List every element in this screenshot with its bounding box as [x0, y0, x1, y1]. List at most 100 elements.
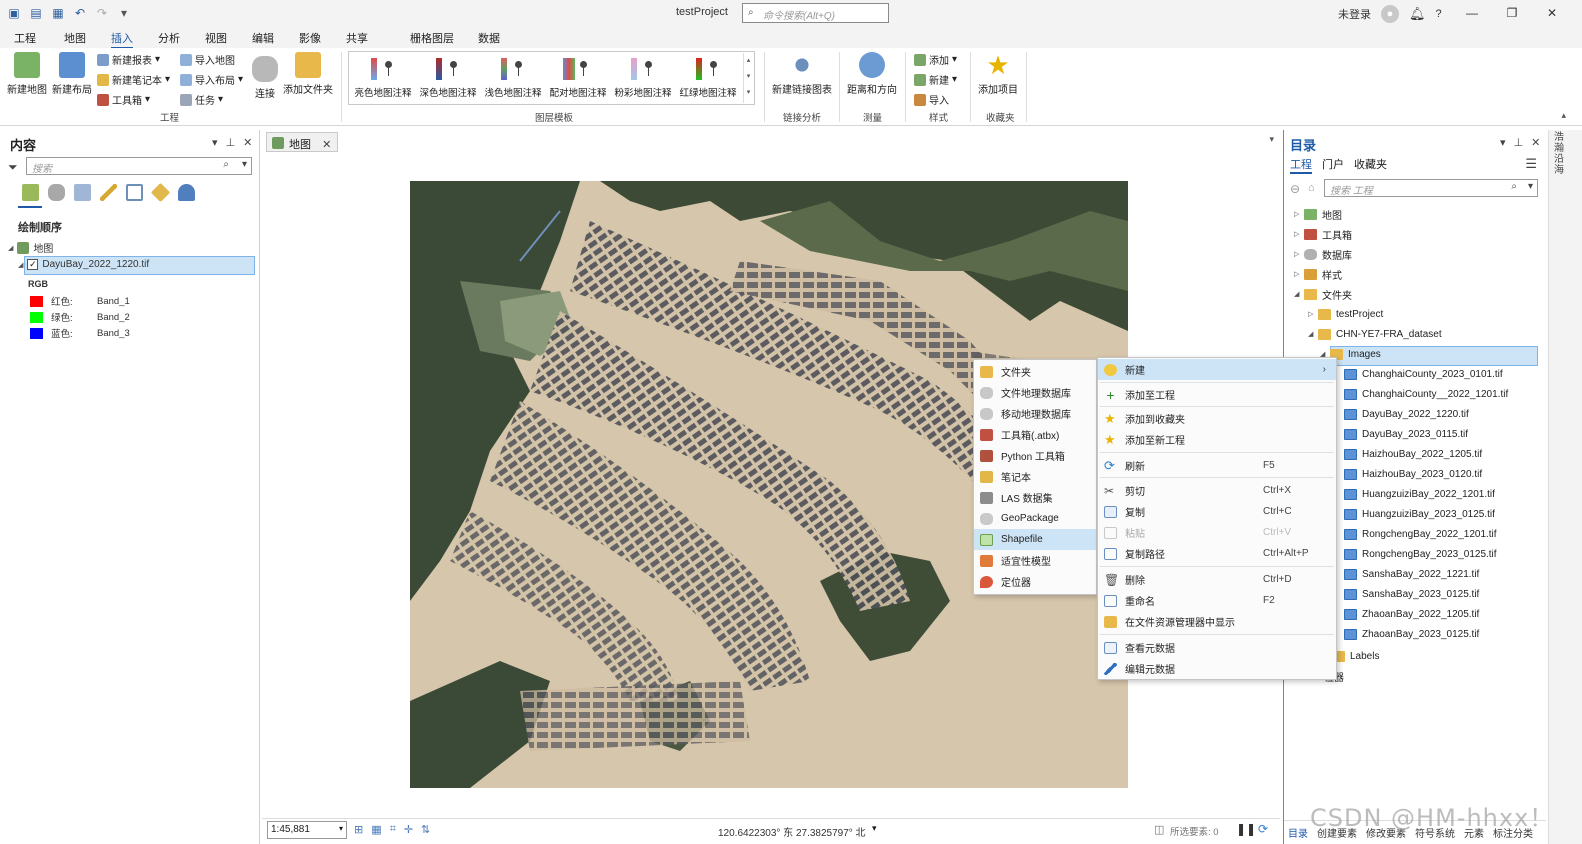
chevron-down-icon[interactable]: ▾ — [1528, 181, 1533, 192]
bottom-tab-catalog[interactable]: 目录 — [1288, 825, 1308, 840]
new-link-chart-button[interactable]: 新建链接图表 — [770, 52, 834, 96]
style-add-button[interactable]: 添加 ▾ — [914, 52, 957, 67]
red-swatch[interactable] — [30, 295, 43, 307]
filter-icon[interactable]: ⏷ — [8, 160, 18, 175]
collapse-arrow-icon[interactable]: ◢ — [1294, 290, 1304, 298]
style-import-button[interactable]: 导入 — [914, 92, 949, 107]
task-button[interactable]: 任务 ▾ — [180, 92, 223, 107]
tab-map[interactable]: 地图 — [64, 30, 86, 46]
import-map-button[interactable]: 导入地图 — [180, 52, 235, 67]
tab-data[interactable]: 数据 — [478, 30, 500, 46]
tree-item-raster[interactable]: ZhaoanBay_2023_0125.tif — [1344, 624, 1479, 644]
list-by-labeling-icon[interactable] — [150, 182, 171, 203]
pin-icon[interactable]: ⊥ — [1514, 136, 1524, 149]
tree-item-dataset[interactable]: ◢ CHN-YE7-FRA_dataset — [1308, 324, 1442, 344]
undo-icon[interactable]: ↶ — [72, 5, 88, 21]
tree-item-raster[interactable]: HaizhouBay_2023_0120.tif — [1344, 464, 1482, 484]
submenu-item-python-toolbox[interactable]: Python 工具箱 — [974, 445, 1096, 466]
chevron-down-icon[interactable]: ▾ — [1269, 134, 1274, 145]
style-new-button[interactable]: 新建 ▾ — [914, 72, 957, 87]
menu-item-edit-metadata[interactable]: 编辑元数据 — [1098, 658, 1336, 679]
restore-icon[interactable]: ❐ — [1492, 2, 1532, 24]
tree-item-raster[interactable]: ZhaoanBay_2022_1205.tif — [1344, 604, 1479, 624]
collapse-arrow-icon[interactable]: ◢ — [1308, 330, 1318, 338]
gallery-item-pastel[interactable]: 粉彩地图注释 — [611, 56, 675, 99]
menu-item-refresh[interactable]: ⟳ 刷新 F5 — [1098, 455, 1336, 476]
layer-visibility-checkbox[interactable]: ✓ — [27, 259, 39, 270]
tree-item-raster[interactable]: RongchengBay_2022_1201.tif — [1344, 524, 1497, 544]
menu-item-rename[interactable]: 重命名 F2 — [1098, 590, 1336, 611]
submenu-item-suitability-model[interactable]: 适宜性模型 — [974, 550, 1096, 571]
tree-item-raster[interactable]: DayuBay_2022_1220.tif — [1344, 404, 1469, 424]
add-item-button[interactable]: ★ 添加项目 — [976, 52, 1020, 96]
expand-arrow-icon[interactable]: ▷ — [1294, 270, 1304, 278]
submenu-item-mobile-gdb[interactable]: 移动地理数据库 — [974, 403, 1096, 424]
list-by-editing-icon[interactable] — [100, 184, 117, 201]
menu-item-view-metadata[interactable]: 查看元数据 — [1098, 637, 1336, 658]
green-swatch[interactable] — [30, 311, 43, 323]
gallery-item-light[interactable]: 亮色地图注释 — [351, 56, 415, 99]
gallery-item-pale[interactable]: 浅色地图注释 — [481, 56, 545, 99]
back-icon[interactable]: ⊖ — [1290, 182, 1300, 196]
refresh-icon[interactable]: ⟳ — [1258, 822, 1268, 836]
tab-analysis[interactable]: 分析 — [158, 30, 180, 46]
chevron-down-icon[interactable]: ▾ — [872, 823, 877, 834]
submenu-item-folder[interactable]: 文件夹 — [974, 361, 1096, 382]
submenu-item-toolbox[interactable]: 工具箱(.atbx) — [974, 424, 1096, 445]
menu-item-paste[interactable]: 粘贴 Ctrl+V — [1098, 522, 1336, 543]
submenu-item-locator[interactable]: 定位器 — [974, 571, 1096, 592]
tree-item-maps[interactable]: ▷ 地图 — [1294, 204, 1342, 224]
list-by-selection-icon[interactable] — [74, 184, 91, 201]
gallery-item-dark[interactable]: 深色地图注释 — [416, 56, 480, 99]
side-dock-tab[interactable]: 浩瀚沿海 — [1554, 132, 1566, 176]
list-by-source-icon[interactable] — [48, 184, 65, 201]
snapping-icon[interactable]: ⌗ — [390, 823, 396, 836]
minimize-icon[interactable]: — — [1452, 2, 1492, 24]
tree-item-testproject[interactable]: ▷ testProject — [1308, 304, 1383, 324]
grid-icon[interactable]: ▦ — [371, 823, 381, 836]
new-report-button[interactable]: 新建报表 ▾ — [97, 52, 160, 67]
chevron-down-icon[interactable]: ▾ — [242, 159, 247, 170]
tab-project[interactable]: 工程 — [14, 30, 36, 46]
submenu-item-geopackage[interactable]: GeoPackage — [974, 508, 1096, 529]
help-button[interactable]: ? — [1436, 8, 1442, 20]
tree-item-raster[interactable]: DayuBay_2023_0115.tif — [1344, 424, 1468, 444]
tree-item-raster[interactable]: ChanghaiCounty__2022_1201.tif — [1344, 384, 1508, 404]
tree-item-raster[interactable]: RongchengBay_2023_0125.tif — [1344, 544, 1497, 564]
menu-item-show-in-explorer[interactable]: 在文件资源管理器中显示 — [1098, 611, 1336, 632]
tab-favorites[interactable]: 收藏夹 — [1354, 156, 1387, 174]
map-tree-item[interactable]: ◢ 地图 — [8, 240, 53, 255]
distance-direction-button[interactable]: 距离和方向 — [845, 52, 899, 96]
expand-arrow-icon[interactable]: ▷ — [1294, 250, 1304, 258]
gallery-item-paired[interactable]: 配对地图注释 — [546, 56, 610, 99]
pane-menu-icon[interactable]: ▾ — [1500, 136, 1506, 149]
expand-arrow-icon[interactable]: ▷ — [1294, 210, 1304, 218]
open-project-icon[interactable]: ▤ — [28, 5, 44, 21]
tree-item-raster[interactable]: HuangzuiziBay_2022_1201.tif — [1344, 484, 1495, 504]
close-icon[interactable]: ✕ — [1532, 2, 1572, 24]
tab-imagery[interactable]: 影像 — [299, 30, 321, 46]
collapse-ribbon-icon[interactable]: ▴ — [1561, 110, 1566, 121]
notification-bell-icon[interactable]: 🔔︎ — [1409, 6, 1426, 22]
submenu-item-shapefile[interactable]: Shapefile — [974, 529, 1096, 550]
tree-item-databases[interactable]: ▷ 数据库 — [1294, 244, 1352, 264]
pause-drawing-icon[interactable]: ❚❚ — [1236, 822, 1256, 836]
gallery-item-red-green[interactable]: 红绿地图注释 — [676, 56, 740, 99]
contents-search-input[interactable]: 搜索 ⌕ ▾ — [26, 157, 252, 175]
crosshair-icon[interactable]: ✛ — [404, 823, 413, 836]
add-folder-button[interactable]: 添加文件夹 — [282, 52, 334, 96]
pin-icon[interactable]: ⊥ — [226, 136, 236, 149]
tree-item-labels[interactable]: Labels — [1332, 646, 1379, 666]
import-layout-button[interactable]: 导入布局 ▾ — [180, 72, 243, 87]
new-notebook-button[interactable]: 新建笔记本 ▾ — [97, 72, 170, 87]
tab-project[interactable]: 工程 — [1290, 156, 1312, 174]
blue-swatch[interactable] — [30, 327, 43, 339]
menu-item-add-to-favorites[interactable]: ★ 添加到收藏夹 — [1098, 408, 1336, 429]
menu-item-add-to-new-projects[interactable]: ★ 添加至新工程 — [1098, 429, 1336, 450]
toolbox-button[interactable]: 工具箱 ▾ — [97, 92, 150, 107]
expand-arrow-icon[interactable]: ▷ — [1308, 310, 1318, 318]
submenu-item-notebook[interactable]: 笔记本 — [974, 466, 1096, 487]
home-icon[interactable]: ⌂ — [1308, 182, 1315, 194]
submenu-item-las-dataset[interactable]: LAS 数据集 — [974, 487, 1096, 508]
tree-item-raster[interactable]: HuangzuiziBay_2023_0125.tif — [1344, 504, 1495, 524]
